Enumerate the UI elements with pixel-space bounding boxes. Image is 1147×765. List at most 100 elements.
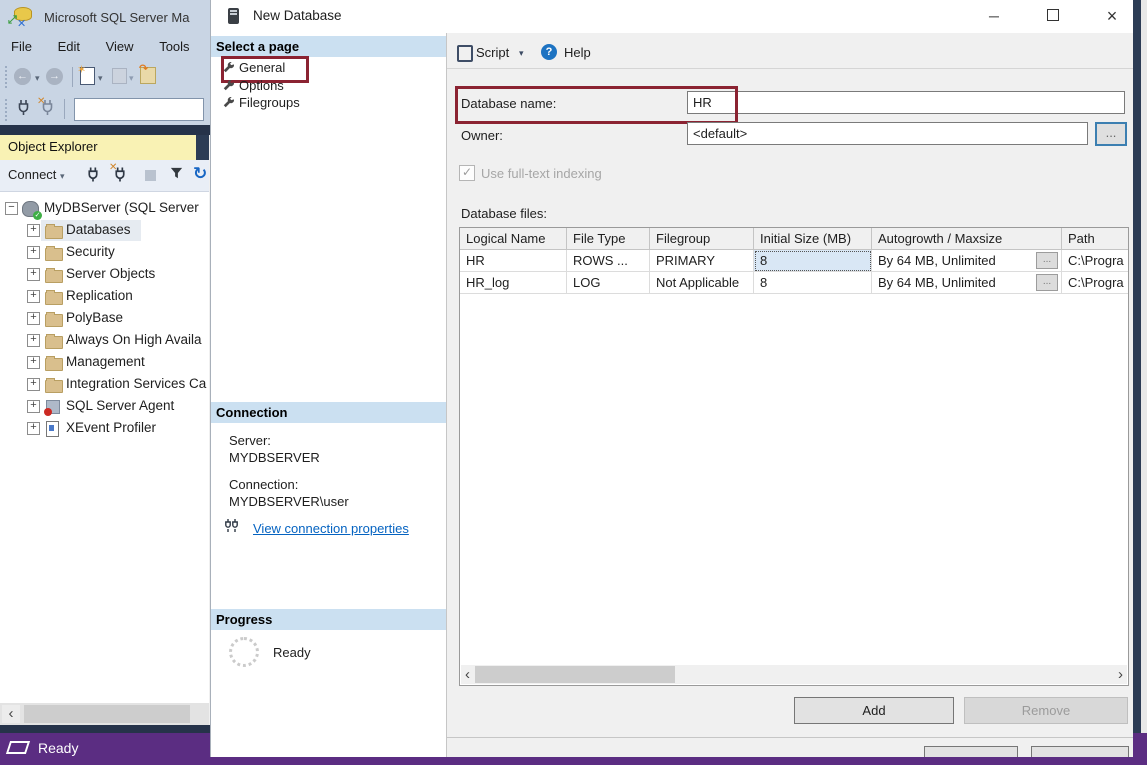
scrollbar-thumb[interactable]	[24, 705, 190, 723]
filter-icon[interactable]	[169, 166, 184, 184]
expand-icon[interactable]: +	[27, 334, 40, 347]
tree-label-alwayson: Always On High Availa	[66, 332, 202, 347]
scrollbar-thumb[interactable]	[475, 666, 675, 683]
expand-icon[interactable]: +	[27, 356, 40, 369]
tree-row-security[interactable]: + Security	[0, 242, 209, 264]
autogrowth-browse-button[interactable]: ...	[1036, 274, 1058, 291]
expand-icon[interactable]: +	[27, 422, 40, 435]
oe-connect-plug-icon[interactable]	[86, 166, 100, 186]
page-item-filegroups[interactable]: Filegroups	[239, 95, 300, 110]
menu-view[interactable]: View	[95, 35, 145, 60]
save-icon[interactable]: ↷	[140, 67, 156, 84]
cell-autogrowth[interactable]: By 64 MB, Unlimited...	[872, 272, 1062, 294]
tree-row-sql-agent[interactable]: + SQL Server Agent	[0, 396, 209, 418]
tree-row-databases[interactable]: + Databases	[0, 220, 209, 242]
menu-tools[interactable]: Tools	[148, 35, 200, 60]
forward-button-icon[interactable]: →	[46, 68, 63, 85]
database-combobox[interactable]	[74, 98, 204, 121]
tree-row-integration-services[interactable]: + Integration Services Ca	[0, 374, 209, 396]
cell-filegroup[interactable]: PRIMARY	[650, 250, 754, 272]
cell-path[interactable]: C:\Progra	[1062, 272, 1128, 294]
grid-horizontal-scrollbar[interactable]: ‹ ›	[461, 665, 1127, 684]
fulltext-label: Use full-text indexing	[481, 166, 602, 181]
add-button[interactable]: Add	[794, 697, 954, 724]
explorer-horizontal-scrollbar[interactable]: ‹	[0, 703, 209, 725]
fulltext-checkbox[interactable]: ✓	[459, 165, 475, 181]
ok-button-partial[interactable]	[924, 746, 1018, 757]
dialog-titlebar[interactable]: New Database ─ ×	[211, 0, 1133, 33]
script-dropdown-icon[interactable]: ▾	[519, 48, 524, 59]
app-icon-arrows: ⤢	[8, 14, 17, 27]
new-query-dropdown-icon[interactable]: ▾	[98, 73, 103, 84]
cell-autogrowth[interactable]: By 64 MB, Unlimited...	[872, 250, 1062, 272]
expand-icon[interactable]: +	[27, 246, 40, 259]
remove-button[interactable]: Remove	[964, 697, 1128, 724]
page-item-options[interactable]: Options	[239, 78, 284, 93]
plug-x-icon[interactable]: ✕	[40, 99, 55, 119]
tree-row-server-objects[interactable]: + Server Objects	[0, 264, 209, 286]
open-dropdown-icon[interactable]: ▾	[129, 73, 134, 84]
cancel-button-partial[interactable]	[1031, 746, 1129, 757]
column-header-initial-size[interactable]: Initial Size (MB)	[754, 228, 872, 250]
maximize-button[interactable]	[1034, 2, 1072, 30]
database-files-label: Database files:	[461, 206, 547, 221]
collapse-icon[interactable]: −	[5, 202, 18, 215]
scroll-right-icon[interactable]: ›	[1114, 666, 1127, 683]
connect-button[interactable]: Connect ▾	[8, 167, 65, 182]
script-button[interactable]: Script	[476, 45, 509, 60]
owner-input[interactable]: <default>	[687, 122, 1088, 145]
cell-file-type[interactable]: ROWS ...	[567, 250, 650, 272]
cell-initial-size[interactable]: 8	[754, 272, 872, 294]
toolbar-grip[interactable]	[5, 66, 7, 88]
column-header-file-type[interactable]: File Type	[567, 228, 650, 250]
expand-icon[interactable]: +	[27, 268, 40, 281]
tree-row-polybase[interactable]: + PolyBase	[0, 308, 209, 330]
autogrowth-browse-button[interactable]: ...	[1036, 252, 1058, 269]
annotation-box-database-name	[455, 86, 738, 124]
minimize-button[interactable]: ─	[975, 2, 1013, 30]
owner-browse-button[interactable]: ...	[1095, 122, 1127, 146]
expand-icon[interactable]: +	[27, 400, 40, 413]
close-button[interactable]: ×	[1093, 2, 1131, 30]
column-header-path[interactable]: Path	[1062, 228, 1128, 250]
expand-icon[interactable]: +	[27, 378, 40, 391]
cell-logical-name[interactable]: HR	[460, 250, 567, 272]
scroll-left-icon[interactable]: ‹	[2, 705, 20, 723]
tree-label-server: MyDBServer (SQL Server	[44, 200, 199, 215]
back-button-icon[interactable]: ←	[14, 68, 31, 85]
back-dropdown-icon[interactable]: ▾	[35, 73, 40, 84]
oe-disconnect-plug-icon[interactable]: ✕	[113, 166, 127, 186]
toolbar-grip[interactable]	[5, 99, 7, 121]
column-header-autogrowth[interactable]: Autogrowth / Maxsize	[872, 228, 1062, 250]
scroll-left-icon[interactable]: ‹	[461, 666, 474, 683]
view-connection-properties-link[interactable]: View connection properties	[253, 521, 409, 536]
help-button[interactable]: Help	[564, 45, 591, 60]
tree-row-alwayson[interactable]: + Always On High Availa	[0, 330, 209, 352]
refresh-icon[interactable]: ↻	[193, 164, 207, 184]
stop-icon-disabled[interactable]	[145, 170, 156, 181]
tree-row-server[interactable]: − MyDBServer (SQL Server	[0, 198, 209, 220]
expand-icon[interactable]: +	[27, 312, 40, 325]
database-name-input[interactable]: HR	[687, 91, 1125, 114]
cell-logical-name[interactable]: HR_log	[460, 272, 567, 294]
column-header-logical-name[interactable]: Logical Name	[460, 228, 567, 250]
cell-filegroup[interactable]: Not Applicable	[650, 272, 754, 294]
column-header-filegroup[interactable]: Filegroup	[650, 228, 754, 250]
open-file-icon-disabled[interactable]	[112, 68, 127, 84]
tree-label-xevent: XEvent Profiler	[66, 420, 156, 435]
expand-icon[interactable]: +	[27, 224, 40, 237]
plug-icon[interactable]	[16, 99, 31, 119]
cell-path[interactable]: C:\Progra	[1062, 250, 1128, 272]
object-explorer-titlebar[interactable]: Object Explorer	[0, 135, 196, 160]
menu-file[interactable]: File	[0, 35, 43, 60]
save-icon-arrow: ↷	[139, 62, 148, 75]
help-icon[interactable]: ?	[541, 44, 557, 60]
tree-row-xevent[interactable]: + XEvent Profiler	[0, 418, 209, 440]
expand-icon[interactable]: +	[27, 290, 40, 303]
new-query-icon[interactable]: ✶	[80, 67, 95, 85]
cell-file-type[interactable]: LOG	[567, 272, 650, 294]
tree-row-management[interactable]: + Management	[0, 352, 209, 374]
menu-edit[interactable]: Edit	[47, 35, 91, 60]
cell-initial-size-selected[interactable]: 8	[754, 250, 872, 272]
tree-row-replication[interactable]: + Replication	[0, 286, 209, 308]
